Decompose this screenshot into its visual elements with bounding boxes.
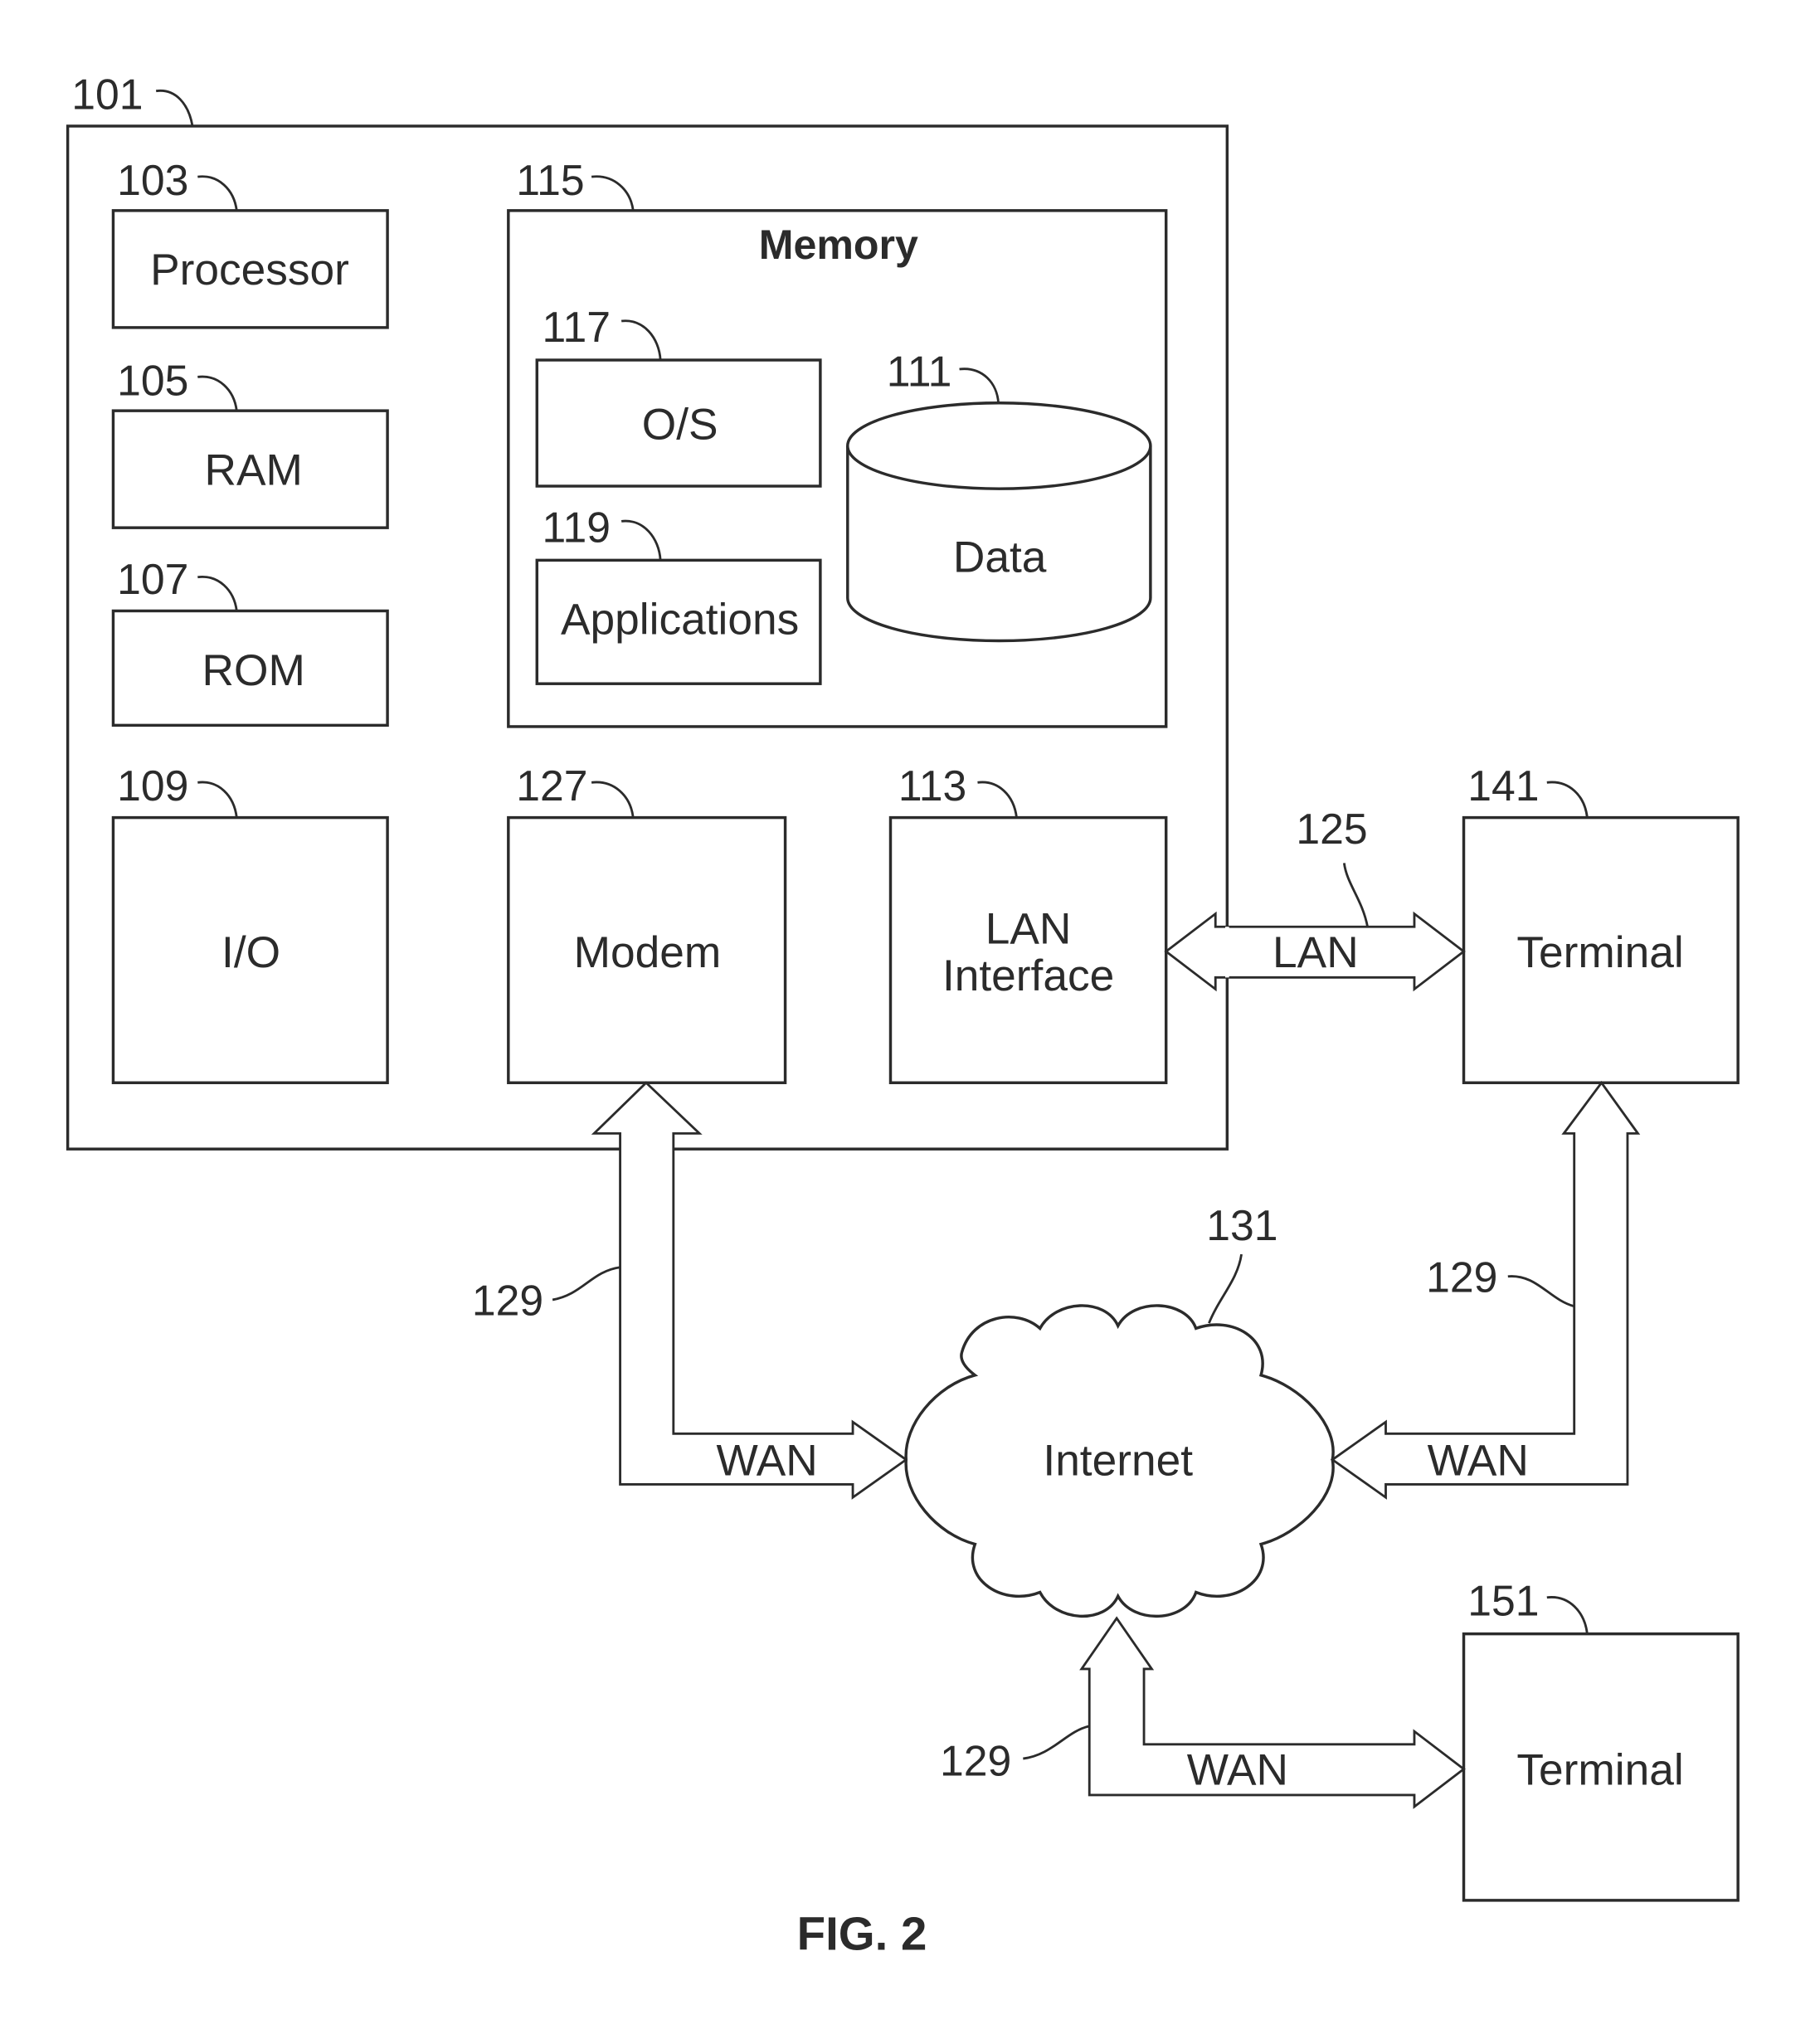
leader-101	[155, 90, 194, 127]
ref-label-113: 113	[898, 761, 966, 810]
terminal-141: Terminal 141	[1462, 761, 1740, 1084]
ram-label: RAM	[205, 445, 303, 494]
lan-link-label: LAN	[1273, 928, 1359, 977]
leader-129-terminal-151	[1023, 1725, 1090, 1760]
ref-label-129-modem: 129	[472, 1277, 543, 1325]
modem-label: Modem	[574, 928, 722, 977]
leader-129-modem	[552, 1266, 620, 1302]
memory-block: Memory 115 O/S 117 Applications 119 Data…	[507, 156, 1168, 728]
lan-interface-label-line1: LAN	[985, 905, 1072, 954]
wan-label-terminal-141: WAN	[1428, 1436, 1529, 1485]
ref-label-141: 141	[1467, 761, 1539, 810]
wan-label-terminal-151: WAN	[1187, 1745, 1288, 1794]
terminal-151-label: Terminal	[1516, 1745, 1683, 1794]
wan-link-terminal-151: WAN 129	[940, 1616, 1466, 1809]
ref-label-105: 105	[117, 356, 188, 404]
data-label: Data	[953, 533, 1047, 581]
leader-125	[1342, 863, 1369, 927]
terminal-151: Terminal 151	[1462, 1577, 1740, 1902]
system-diagram: 101 Processor 103 RAM 105 ROM 107 I/O 10…	[66, 71, 1740, 1959]
processor-label: Processor	[150, 246, 349, 294]
ref-label-151: 151	[1467, 1577, 1539, 1625]
ref-label-117: 117	[543, 303, 611, 351]
ref-label-115: 115	[516, 156, 584, 204]
leader-141	[1546, 781, 1589, 818]
wan-label-modem: WAN	[716, 1436, 817, 1485]
rom-label: ROM	[202, 646, 305, 695]
ref-label-125: 125	[1296, 805, 1367, 853]
ref-label-119: 119	[543, 503, 611, 551]
ref-label-101: 101	[71, 71, 143, 119]
leader-151	[1546, 1596, 1589, 1634]
ref-label-127: 127	[516, 761, 587, 810]
ref-label-131: 131	[1206, 1201, 1277, 1249]
ref-label-129-terminal-141: 129	[1426, 1253, 1497, 1302]
leader-131	[1208, 1253, 1243, 1324]
ref-label-111: 111	[887, 347, 952, 395]
io-label: I/O	[221, 928, 280, 977]
ref-label-103: 103	[117, 156, 188, 204]
cylinder-top	[846, 401, 1152, 490]
lan-interface-label-line2: Interface	[942, 951, 1114, 1000]
applications-label: Applications	[561, 596, 799, 645]
os-label: O/S	[642, 401, 718, 450]
leader-129-terminal-141	[1507, 1275, 1575, 1308]
ref-label-107: 107	[117, 555, 188, 603]
internet-cloud: Internet 131	[904, 1201, 1335, 1618]
memory-title: Memory	[759, 221, 918, 268]
terminal-141-label: Terminal	[1516, 928, 1683, 977]
figure-caption: FIG. 2	[797, 1907, 927, 1959]
internet-label: Internet	[1043, 1436, 1193, 1485]
wan-link-terminal-141: WAN 129	[1330, 1080, 1641, 1500]
ref-label-109: 109	[117, 761, 188, 810]
ref-label-129-terminal-151: 129	[940, 1736, 1011, 1784]
